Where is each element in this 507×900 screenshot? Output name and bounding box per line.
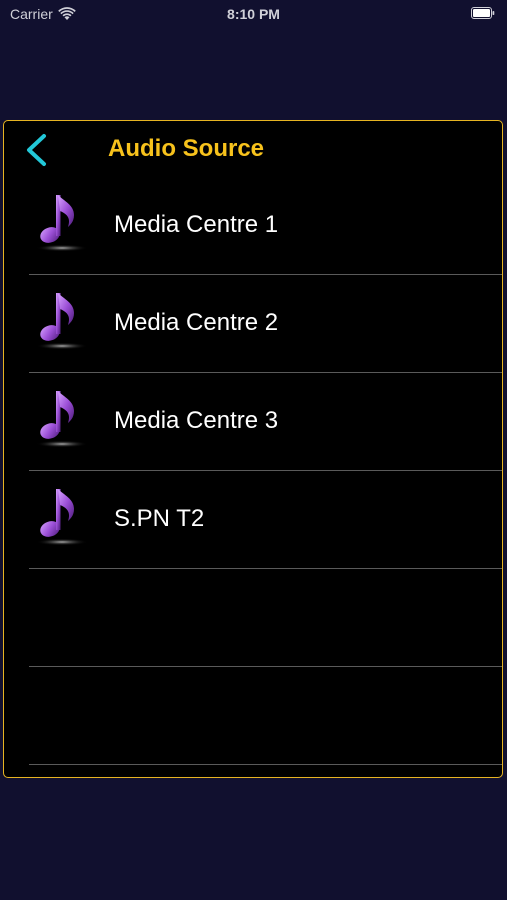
page-title: Audio Source <box>108 135 265 162</box>
status-bar: Carrier 8:10 PM <box>0 0 507 28</box>
list-item-label: S.PN T2 <box>114 505 205 532</box>
panel-header: Audio Source <box>4 121 502 177</box>
empty-list-item[interactable] <box>4 569 502 667</box>
music-note-icon <box>36 391 88 448</box>
empty-list-item[interactable] <box>4 667 502 765</box>
divider <box>29 764 502 765</box>
list-item[interactable]: Media Centre 2 <box>4 275 502 373</box>
audio-source-panel: Audio Source Media Centre 1 Media Centre… <box>3 120 503 778</box>
music-note-icon <box>36 195 88 252</box>
list-item[interactable]: Media Centre 1 <box>4 177 502 275</box>
list-item-label: Media Centre 3 <box>114 407 279 434</box>
list-item-label: Media Centre 2 <box>114 309 279 336</box>
battery-icon <box>471 7 495 19</box>
chevron-left-icon <box>27 134 46 166</box>
list-item[interactable]: Media Centre 3 <box>4 373 502 471</box>
back-button[interactable] <box>22 131 56 169</box>
music-note-icon <box>36 293 88 350</box>
list-item-label: Media Centre 1 <box>114 211 279 238</box>
list-item[interactable]: S.PN T2 <box>4 471 502 569</box>
status-time: 8:10 PM <box>227 6 280 22</box>
audio-source-list: Media Centre 1 Media Centre 2 Media Cent… <box>4 177 502 765</box>
music-note-icon <box>36 489 88 546</box>
